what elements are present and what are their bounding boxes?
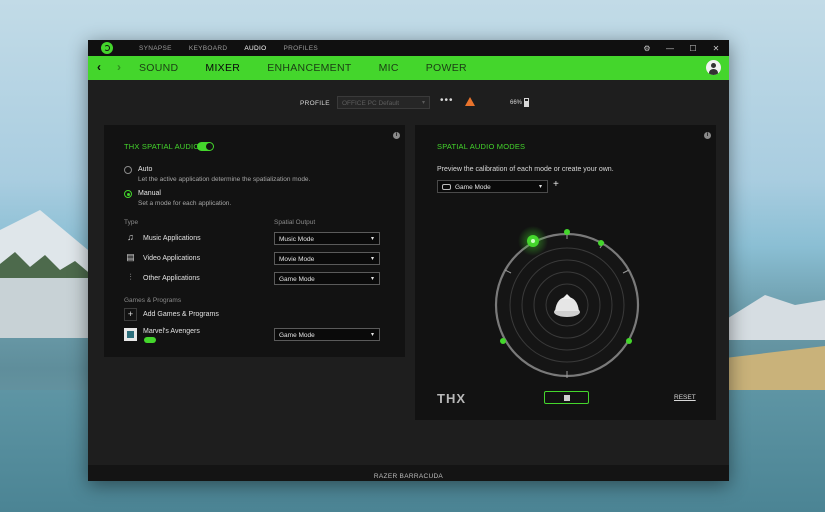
top-nav-synapse[interactable]: SYNAPSE [139, 45, 172, 52]
radio-manual[interactable] [124, 190, 132, 198]
main-content: PROFILE OFFICE PC Default ▾ ••• 66% i TH… [88, 80, 729, 465]
battery-percent: 66% [510, 99, 523, 106]
forward-arrow-icon[interactable]: › [113, 60, 125, 74]
option-manual-title: Manual [138, 190, 161, 197]
chevron-down-icon: ▾ [538, 184, 542, 190]
user-avatar-icon[interactable] [706, 60, 721, 75]
thx-toggle[interactable] [197, 142, 214, 151]
maximize-icon[interactable]: ☐ [688, 44, 698, 53]
game-output-dropdown[interactable]: Game Mode ▾ [274, 328, 380, 341]
spatial-audio-modes-panel: i SPATIAL AUDIO MODES Preview the calibr… [415, 125, 716, 420]
speaker-front-center [564, 229, 570, 235]
status-bar: RAZER BARRACUDA [88, 465, 729, 481]
profile-value: OFFICE PC Default [342, 100, 400, 107]
other-output-value: Game Mode [279, 276, 315, 283]
music-output-dropdown[interactable]: Music Mode ▾ [274, 232, 380, 245]
minimize-icon[interactable]: — [665, 44, 675, 53]
tab-mixer[interactable]: MIXER [205, 62, 240, 74]
radio-auto[interactable] [124, 166, 132, 174]
controller-badge-icon [144, 337, 156, 343]
profile-label: PROFILE [300, 99, 330, 107]
row-music-label: Music Applications [143, 235, 201, 242]
game-output-value: Game Mode [279, 332, 315, 339]
thx-spatial-audio-panel: i THX SPATIAL AUDIO Auto Let the active … [104, 125, 405, 357]
chevron-down-icon: ▾ [370, 236, 374, 242]
speaker-front-left-core [531, 239, 535, 243]
row-video-label: Video Applications [143, 255, 201, 262]
spatial-audio-modes-desc: Preview the calibration of each mode or … [437, 166, 614, 173]
game-thumbnail [124, 328, 137, 341]
column-type: Type [124, 219, 139, 226]
speaker-rear-right [626, 338, 632, 344]
spatial-audio-modes-title: SPATIAL AUDIO MODES [437, 142, 526, 151]
window-controls: ⚙ — ☐ ✕ [642, 40, 721, 56]
warning-icon[interactable] [465, 97, 475, 106]
thx-spatial-audio-title: THX SPATIAL AUDIO [124, 142, 200, 151]
sliders-icon: ⫶ [129, 272, 132, 282]
battery-indicator: 66% [510, 98, 530, 107]
profile-row: PROFILE OFFICE PC Default ▾ ••• 66% [300, 95, 530, 110]
battery-icon [524, 98, 530, 107]
video-output-value: Movie Mode [279, 256, 315, 263]
sub-nav-bar: ‹ › SOUND MIXER ENHANCEMENT MIC POWER [88, 56, 729, 80]
top-nav: SYNAPSE KEYBOARD AUDIO PROFILES [139, 40, 318, 56]
reset-button[interactable]: RESET [674, 394, 696, 401]
row-other-label: Other Applications [143, 275, 200, 282]
option-manual-desc: Set a mode for each application. [138, 200, 232, 207]
tab-power[interactable]: POWER [426, 62, 467, 74]
top-nav-profiles[interactable]: PROFILES [283, 45, 318, 52]
speaker-rear-left [500, 338, 506, 344]
synapse-window: SYNAPSE KEYBOARD AUDIO PROFILES ⚙ — ☐ ✕ … [88, 40, 729, 481]
spatial-dial[interactable] [489, 215, 645, 385]
info-icon[interactable]: i [704, 132, 711, 139]
film-icon: ▤ [126, 252, 135, 262]
top-nav-keyboard[interactable]: KEYBOARD [189, 45, 228, 52]
device-name: RAZER BARRACUDA [373, 473, 444, 480]
game-label: Marvel's Avengers [143, 328, 200, 335]
controller-icon [442, 184, 451, 190]
more-options-icon[interactable]: ••• [440, 95, 454, 106]
info-icon[interactable]: i [393, 132, 400, 139]
top-nav-audio[interactable]: AUDIO [244, 45, 266, 52]
speaker-front-right [598, 240, 604, 246]
close-icon[interactable]: ✕ [711, 44, 721, 53]
stop-preview-button[interactable] [544, 391, 589, 404]
mode-value: Game Mode [455, 184, 491, 191]
video-output-dropdown[interactable]: Movie Mode ▾ [274, 252, 380, 265]
back-arrow-icon[interactable]: ‹ [93, 60, 105, 74]
audio-tabs: SOUND MIXER ENHANCEMENT MIC POWER [139, 56, 467, 80]
add-game-button[interactable]: + [124, 308, 137, 321]
wallpaper-mountain-right [725, 295, 825, 340]
music-icon: ♫ [127, 232, 134, 242]
option-auto-desc: Let the active application determine the… [138, 176, 311, 183]
thx-logo: THX [437, 391, 466, 406]
wallpaper-shore-left [0, 278, 100, 338]
other-output-dropdown[interactable]: Game Mode ▾ [274, 272, 380, 285]
column-spatial-output: Spatial Output [274, 219, 316, 226]
chevron-down-icon: ▾ [370, 256, 374, 262]
tab-sound[interactable]: SOUND [139, 62, 178, 74]
tab-enhancement[interactable]: ENHANCEMENT [267, 62, 351, 74]
tab-mic[interactable]: MIC [379, 62, 399, 74]
razer-logo-icon [101, 42, 113, 54]
profile-dropdown[interactable]: OFFICE PC Default ▾ [337, 96, 430, 109]
chevron-down-icon: ▾ [421, 100, 425, 106]
mode-dropdown[interactable]: Game Mode ▾ [437, 180, 548, 193]
option-auto-title: Auto [138, 166, 153, 173]
title-bar: SYNAPSE KEYBOARD AUDIO PROFILES ⚙ — ☐ ✕ [88, 40, 729, 56]
games-programs-header: Games & Programs [124, 297, 182, 304]
settings-icon[interactable]: ⚙ [642, 44, 652, 53]
music-output-value: Music Mode [279, 236, 315, 243]
chevron-down-icon: ▾ [370, 276, 374, 282]
add-mode-button[interactable]: + [553, 179, 559, 190]
stop-icon [564, 395, 570, 401]
add-games-label[interactable]: Add Games & Programs [143, 311, 219, 318]
chevron-down-icon: ▾ [370, 332, 374, 338]
